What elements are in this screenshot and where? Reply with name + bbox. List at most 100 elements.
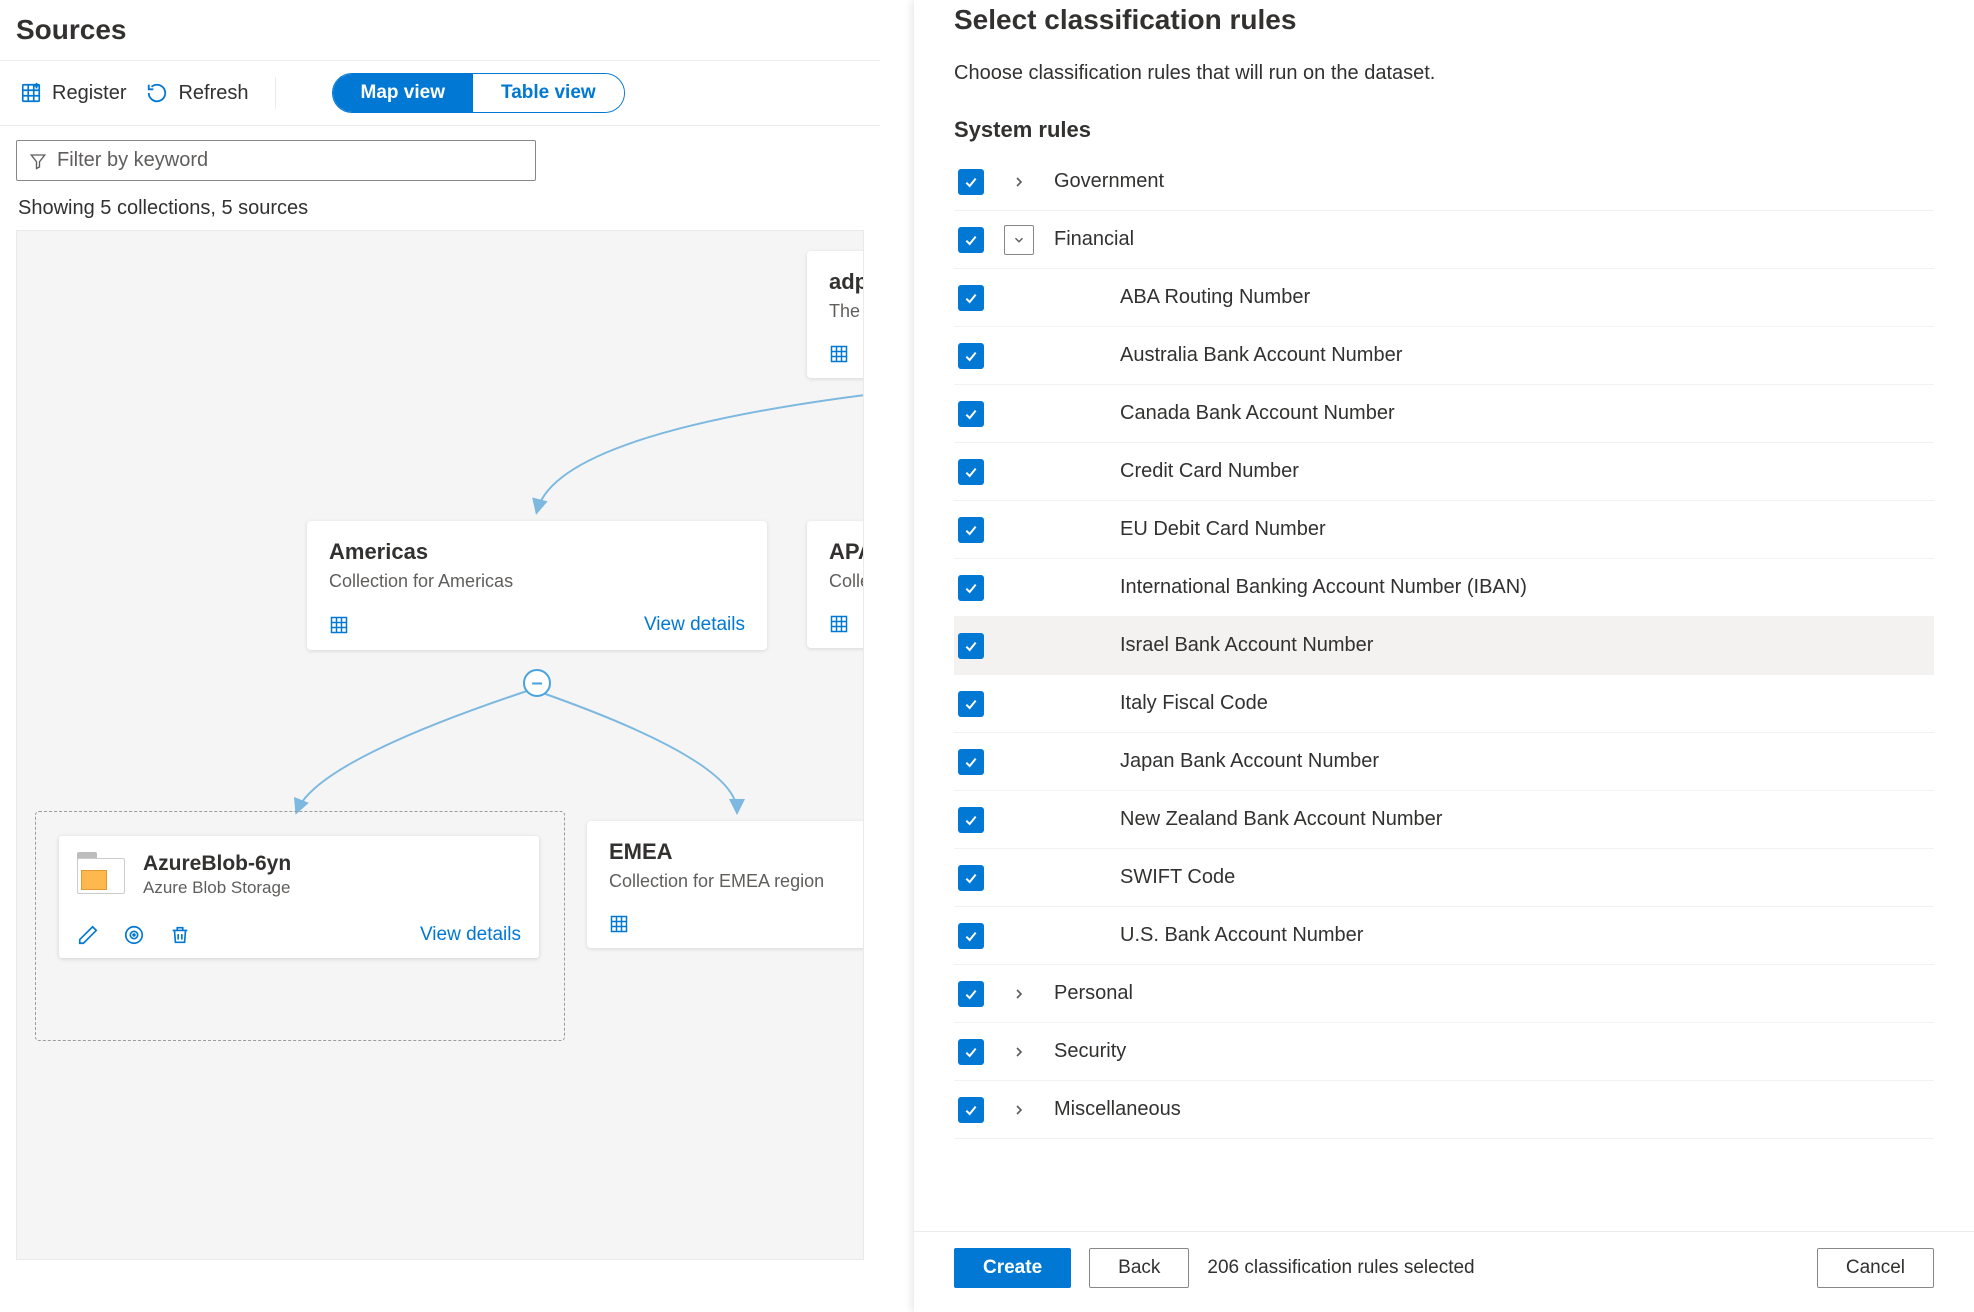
panel-title: Select classification rules — [954, 4, 1934, 36]
checkbox[interactable] — [958, 807, 984, 833]
checkbox[interactable] — [958, 343, 984, 369]
checkbox[interactable] — [958, 1039, 984, 1065]
view-details-link[interactable]: View details — [420, 924, 521, 946]
card-subtitle: Collection for Americas — [329, 571, 745, 592]
blob-storage-icon — [77, 852, 127, 894]
toolbar: Register Refresh Map view Table view — [0, 61, 880, 126]
rule-item-row[interactable]: Canada Bank Account Number — [954, 385, 1934, 443]
checkbox[interactable] — [958, 749, 984, 775]
checkbox[interactable] — [958, 285, 984, 311]
map-canvas[interactable]: adpu The r Americas Collection for Ameri… — [16, 230, 864, 1260]
rule-item-label: SWIFT Code — [1120, 866, 1934, 889]
rule-item-row[interactable]: ABA Routing Number — [954, 269, 1934, 327]
grid-icon[interactable] — [609, 914, 629, 934]
checkbox[interactable] — [958, 575, 984, 601]
card-title: EMEA — [609, 839, 864, 865]
grid-icon[interactable] — [329, 615, 349, 635]
rule-item-label: Australia Bank Account Number — [1120, 344, 1934, 367]
checkbox[interactable] — [958, 923, 984, 949]
rule-item-label: Canada Bank Account Number — [1120, 402, 1934, 425]
rule-item-label: New Zealand Bank Account Number — [1120, 808, 1934, 831]
summary-text: Showing 5 collections, 5 sources — [0, 187, 880, 230]
americas-collection-card[interactable]: Americas Collection for Americas View de… — [307, 521, 767, 650]
chevron-right-icon[interactable] — [1004, 174, 1034, 190]
rule-group-row[interactable]: Financial — [954, 211, 1934, 269]
rule-item-label: ABA Routing Number — [1120, 286, 1934, 309]
view-details-link[interactable]: View details — [644, 614, 745, 636]
classification-rules-panel: Select classification rules Choose class… — [914, 0, 1974, 1312]
grid-icon[interactable] — [829, 344, 849, 364]
rule-item-label: U.S. Bank Account Number — [1120, 924, 1934, 947]
checkbox[interactable] — [958, 865, 984, 891]
rule-item-row[interactable]: International Banking Account Number (IB… — [954, 559, 1934, 617]
cancel-button[interactable]: Cancel — [1817, 1248, 1934, 1288]
rule-item-row[interactable]: U.S. Bank Account Number — [954, 907, 1934, 965]
rule-group-row[interactable]: Government — [954, 153, 1934, 211]
filter-icon — [29, 152, 47, 170]
checkbox[interactable] — [958, 517, 984, 543]
page-title: Sources — [0, 0, 880, 60]
rule-item-row[interactable]: Japan Bank Account Number — [954, 733, 1934, 791]
checkbox[interactable] — [958, 981, 984, 1007]
register-button[interactable]: Register — [20, 82, 126, 105]
emea-collection-card[interactable]: EMEA Collection for EMEA region — [587, 821, 864, 948]
chevron-right-icon[interactable] — [1004, 1044, 1034, 1060]
card-subtitle: The r — [829, 301, 864, 322]
collapse-node-icon[interactable]: – — [523, 669, 551, 697]
rule-group-label: Miscellaneous — [1054, 1098, 1934, 1121]
edit-icon[interactable] — [77, 924, 99, 946]
map-view-tab[interactable]: Map view — [333, 74, 473, 112]
checkbox[interactable] — [958, 227, 984, 253]
filter-input[interactable] — [57, 149, 523, 172]
refresh-icon — [146, 82, 168, 104]
checkbox[interactable] — [958, 1097, 984, 1123]
filter-row — [0, 126, 880, 187]
azureblob-source-card[interactable]: AzureBlob-6yn Azure Blob Storage View de… — [59, 836, 539, 958]
checkbox[interactable] — [958, 169, 984, 195]
rule-item-row[interactable]: Israel Bank Account Number — [954, 617, 1934, 675]
checkbox[interactable] — [958, 633, 984, 659]
checkbox[interactable] — [958, 401, 984, 427]
delete-icon[interactable] — [169, 924, 191, 946]
view-toggle: Map view Table view — [332, 73, 625, 113]
grid-icon[interactable] — [829, 614, 849, 634]
register-label: Register — [52, 82, 126, 105]
rule-item-row[interactable]: New Zealand Bank Account Number — [954, 791, 1934, 849]
rule-item-label: Italy Fiscal Code — [1120, 692, 1934, 715]
rule-group-label: Financial — [1054, 228, 1934, 251]
rule-group-row[interactable]: Miscellaneous — [954, 1081, 1934, 1139]
rule-group-row[interactable]: Security — [954, 1023, 1934, 1081]
chevron-right-icon[interactable] — [1004, 986, 1034, 1002]
chevron-right-icon[interactable] — [1004, 1102, 1034, 1118]
source-subtitle: Azure Blob Storage — [143, 878, 291, 898]
create-button[interactable]: Create — [954, 1248, 1071, 1288]
card-title: Americas — [329, 539, 745, 565]
rule-group-row[interactable]: Personal — [954, 965, 1934, 1023]
rule-group-label: Personal — [1054, 982, 1934, 1005]
apac-collection-card[interactable]: APA Colle — [807, 521, 864, 648]
chevron-down-icon[interactable] — [1004, 225, 1034, 255]
scan-icon[interactable] — [123, 924, 145, 946]
rule-item-label: Japan Bank Account Number — [1120, 750, 1934, 773]
panel-description: Choose classification rules that will ru… — [954, 62, 1934, 85]
rule-item-label: EU Debit Card Number — [1120, 518, 1934, 541]
source-title: AzureBlob-6yn — [143, 852, 291, 876]
rule-item-row[interactable]: Italy Fiscal Code — [954, 675, 1934, 733]
back-button[interactable]: Back — [1089, 1248, 1189, 1288]
refresh-button[interactable]: Refresh — [146, 82, 248, 105]
rule-item-label: International Banking Account Number (IB… — [1120, 576, 1934, 599]
panel-footer: Create Back 206 classification rules sel… — [914, 1231, 1974, 1312]
checkbox[interactable] — [958, 691, 984, 717]
rule-item-row[interactable]: SWIFT Code — [954, 849, 1934, 907]
rule-item-row[interactable]: EU Debit Card Number — [954, 501, 1934, 559]
root-collection-card[interactable]: adpu The r — [807, 251, 864, 378]
system-rules-heading: System rules — [954, 117, 1934, 143]
card-subtitle: Colle — [829, 571, 864, 592]
table-view-tab[interactable]: Table view — [473, 74, 624, 112]
rule-item-row[interactable]: Credit Card Number — [954, 443, 1934, 501]
rule-item-row[interactable]: Australia Bank Account Number — [954, 327, 1934, 385]
rule-item-label: Credit Card Number — [1120, 460, 1934, 483]
rule-group-label: Government — [1054, 170, 1934, 193]
checkbox[interactable] — [958, 459, 984, 485]
filter-input-wrap[interactable] — [16, 140, 536, 181]
